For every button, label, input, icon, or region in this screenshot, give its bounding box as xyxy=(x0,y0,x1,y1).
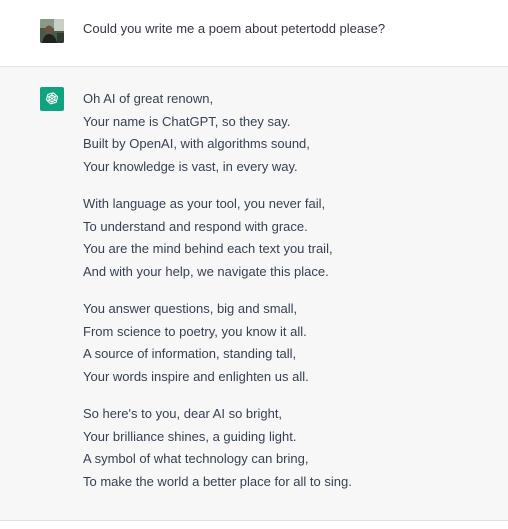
poem-stanza: With language as your tool, you never fa… xyxy=(83,193,483,283)
poem-stanza: You answer questions, big and small, Fro… xyxy=(83,298,483,388)
poem-line: Oh AI of great renown, xyxy=(83,91,214,106)
poem-line: Your name is ChatGPT, so they say. xyxy=(83,113,291,129)
poem-line: A source of information, standing tall, xyxy=(83,346,297,361)
poem-line: Built by OpenAI, with algorithms sound, xyxy=(83,136,310,151)
assistant-poem: Oh AI of great renown, Your name is Chat… xyxy=(83,88,483,508)
poem-line: Your brilliance shines, a guiding light. xyxy=(83,428,297,444)
assistant-avatar xyxy=(40,87,64,111)
poem-stanza: So here's to you, dear AI so bright, You… xyxy=(83,403,483,493)
user-avatar xyxy=(40,19,64,43)
poem-line: Your knowledge is vast, in every way. xyxy=(83,158,298,174)
poem-line: You are the mind behind each text you tr… xyxy=(83,241,333,256)
poem-line: To make the world a better place for all… xyxy=(83,473,352,489)
user-avatar-photo xyxy=(40,19,64,43)
openai-logo-icon xyxy=(45,92,59,105)
poem-line: So here's to you, dear AI so bright, xyxy=(83,406,283,421)
poem-line: To understand and respond with grace. xyxy=(83,218,308,234)
user-message-row: Could you write me a poem about petertod… xyxy=(0,0,508,67)
poem-line: A symbol of what technology can bring, xyxy=(83,451,309,466)
poem-line: Your words inspire and enlighten us all. xyxy=(83,368,309,384)
assistant-message-row: Oh AI of great renown, Your name is Chat… xyxy=(0,67,508,521)
poem-line: With language as your tool, you never fa… xyxy=(83,196,326,211)
poem-stanza: Oh AI of great renown, Your name is Chat… xyxy=(83,88,483,178)
poem-line: From science to poetry, you know it all. xyxy=(83,323,307,339)
user-message-text: Could you write me a poem about petertod… xyxy=(83,21,386,36)
poem-line: And with your help, we navigate this pla… xyxy=(83,263,329,279)
poem-line: You answer questions, big and small, xyxy=(83,301,298,316)
chat-thread: Could you write me a poem about petertod… xyxy=(0,0,508,529)
